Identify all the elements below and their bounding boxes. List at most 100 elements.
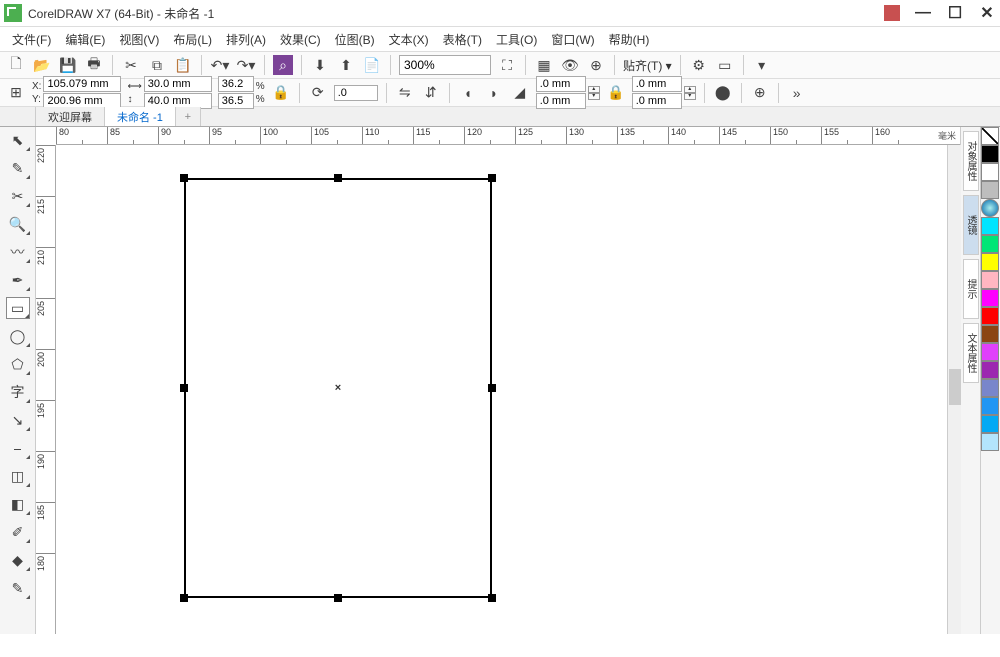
menu-edit[interactable]: 编辑(E) (59, 29, 111, 50)
guides-button[interactable]: ⊕ (586, 55, 606, 75)
handle-top-middle[interactable] (334, 174, 342, 182)
crop-tool[interactable]: ✂ (6, 185, 30, 207)
paste-button[interactable]: 📋 (173, 55, 193, 75)
handle-top-right[interactable] (488, 174, 496, 182)
menu-view[interactable]: 视图(V) (113, 29, 165, 50)
panel-hints[interactable]: 提示 (963, 259, 979, 319)
pick-tool[interactable]: ⬉ (6, 129, 30, 151)
menu-help[interactable]: 帮助(H) (603, 29, 656, 50)
tab-add-button[interactable]: + (176, 107, 201, 126)
spin-up[interactable]: ▴ (684, 86, 696, 93)
corner-scallop-button[interactable]: ◗ (484, 83, 504, 103)
export-button[interactable]: ⬆ (336, 55, 356, 75)
spin-up[interactable]: ▴ (588, 86, 600, 93)
spin-down[interactable]: ▾ (684, 93, 696, 100)
handle-bottom-right[interactable] (488, 594, 496, 602)
open-button[interactable]: 📂 (32, 55, 52, 75)
launcher-button[interactable]: ▭ (715, 55, 735, 75)
grid-button[interactable]: 👁 (560, 55, 580, 75)
undo-button[interactable]: ↶▾ (210, 55, 230, 75)
corner-lock-button[interactable]: 🔒 (606, 83, 626, 103)
panel-lens[interactable]: 透镜 (963, 195, 979, 255)
color-swatch[interactable] (981, 235, 999, 253)
dropshadow-tool[interactable]: ◫ (6, 465, 30, 487)
corner-round-button[interactable]: ◖ (458, 83, 478, 103)
width-input[interactable] (144, 76, 212, 92)
vertical-ruler[interactable]: 220 215 210 205 200 195 190 185 180 (36, 145, 56, 634)
color-swatch[interactable] (981, 361, 999, 379)
transparency-tool[interactable]: ◧ (6, 493, 30, 515)
dimension-tool[interactable]: ↘ (6, 409, 30, 431)
rulers-button[interactable]: ▦ (534, 55, 554, 75)
color-swatch[interactable] (981, 253, 999, 271)
freehand-tool[interactable]: 〰 (6, 241, 30, 263)
eyedropper-tool[interactable]: ✐ (6, 521, 30, 543)
app-launcher-button[interactable]: ▾ (752, 55, 772, 75)
redo-button[interactable]: ↷▾ (236, 55, 256, 75)
menu-tools[interactable]: 工具(O) (490, 29, 543, 50)
color-swatch[interactable] (981, 379, 999, 397)
corner-chamfer-button[interactable]: ◢ (510, 83, 530, 103)
search-button[interactable]: ⌕ (273, 55, 293, 75)
polygon-tool[interactable]: ⬠ (6, 353, 30, 375)
options-button[interactable]: ⚙ (689, 55, 709, 75)
connector-tool[interactable]: ⎯ (6, 437, 30, 459)
lock-ratio-button[interactable]: 🔒 (271, 83, 291, 103)
menu-effects[interactable]: 效果(C) (274, 29, 327, 50)
center-marker[interactable]: × (335, 382, 341, 394)
handle-middle-right[interactable] (488, 384, 496, 392)
menu-text[interactable]: 文本(X) (383, 29, 435, 50)
color-swatch[interactable] (981, 343, 999, 361)
menu-arrange[interactable]: 排列(A) (220, 29, 272, 50)
menu-table[interactable]: 表格(T) (437, 29, 488, 50)
handle-middle-left[interactable] (180, 384, 188, 392)
cut-button[interactable]: ✂ (121, 55, 141, 75)
color-swatch[interactable] (981, 217, 999, 235)
copy-button[interactable]: ⧉ (147, 55, 167, 75)
vertical-scrollbar[interactable] (947, 145, 961, 634)
drawing-canvas[interactable]: × (56, 145, 960, 634)
wrap-text-button[interactable]: ⊕ (750, 83, 770, 103)
color-swatch[interactable] (981, 415, 999, 433)
panel-text-properties[interactable]: 文本属性 (963, 323, 979, 383)
save-button[interactable]: 💾 (58, 55, 78, 75)
tab-document[interactable]: 未命名 -1 (105, 107, 176, 126)
scrollbar-thumb[interactable] (949, 369, 961, 405)
new-button[interactable]: 🗋 (6, 55, 26, 75)
color-swatch[interactable] (981, 325, 999, 343)
import-button[interactable]: ⬇ (310, 55, 330, 75)
snap-dropdown[interactable]: 贴齐(T) ▾ (623, 57, 672, 74)
color-none[interactable] (981, 127, 999, 145)
menu-window[interactable]: 窗口(W) (545, 29, 600, 50)
more-button[interactable]: » (787, 83, 807, 103)
color-swatch[interactable] (981, 397, 999, 415)
publish-button[interactable]: 📄 (362, 55, 382, 75)
fullscreen-button[interactable]: ⛶ (497, 55, 517, 75)
horizontal-ruler[interactable]: 80 85 90 95 100 105 110 115 120 125 130 … (56, 127, 960, 145)
menu-bitmaps[interactable]: 位图(B) (329, 29, 381, 50)
minimize-button[interactable]: — (914, 4, 932, 22)
scale-x-input[interactable] (218, 76, 254, 92)
user-avatar-icon[interactable] (884, 5, 900, 21)
rectangle-tool[interactable]: ▭ (6, 297, 30, 319)
color-swatch[interactable] (981, 163, 999, 181)
mirror-h-button[interactable]: ⇋ (395, 83, 415, 103)
close-button[interactable]: ✕ (978, 4, 996, 22)
handle-bottom-middle[interactable] (334, 594, 342, 602)
outline-tool[interactable]: ✎ (6, 577, 30, 599)
fill-tool[interactable]: ◆ (6, 549, 30, 571)
rectangle-object[interactable]: × (184, 178, 492, 598)
color-swatch[interactable] (981, 307, 999, 325)
handle-bottom-left[interactable] (180, 594, 188, 602)
text-tool[interactable]: 字 (6, 381, 30, 403)
menu-layout[interactable]: 布局(L) (167, 29, 218, 50)
corner-tr-input[interactable] (632, 76, 682, 92)
mirror-v-button[interactable]: ⇵ (421, 83, 441, 103)
tab-welcome[interactable]: 欢迎屏幕 (36, 107, 105, 126)
shape-tool[interactable]: ✎ (6, 157, 30, 179)
rotation-input[interactable] (334, 85, 378, 101)
color-swatch[interactable] (981, 181, 999, 199)
spin-down[interactable]: ▾ (588, 93, 600, 100)
color-swatch[interactable] (981, 145, 999, 163)
handle-top-left[interactable] (180, 174, 188, 182)
